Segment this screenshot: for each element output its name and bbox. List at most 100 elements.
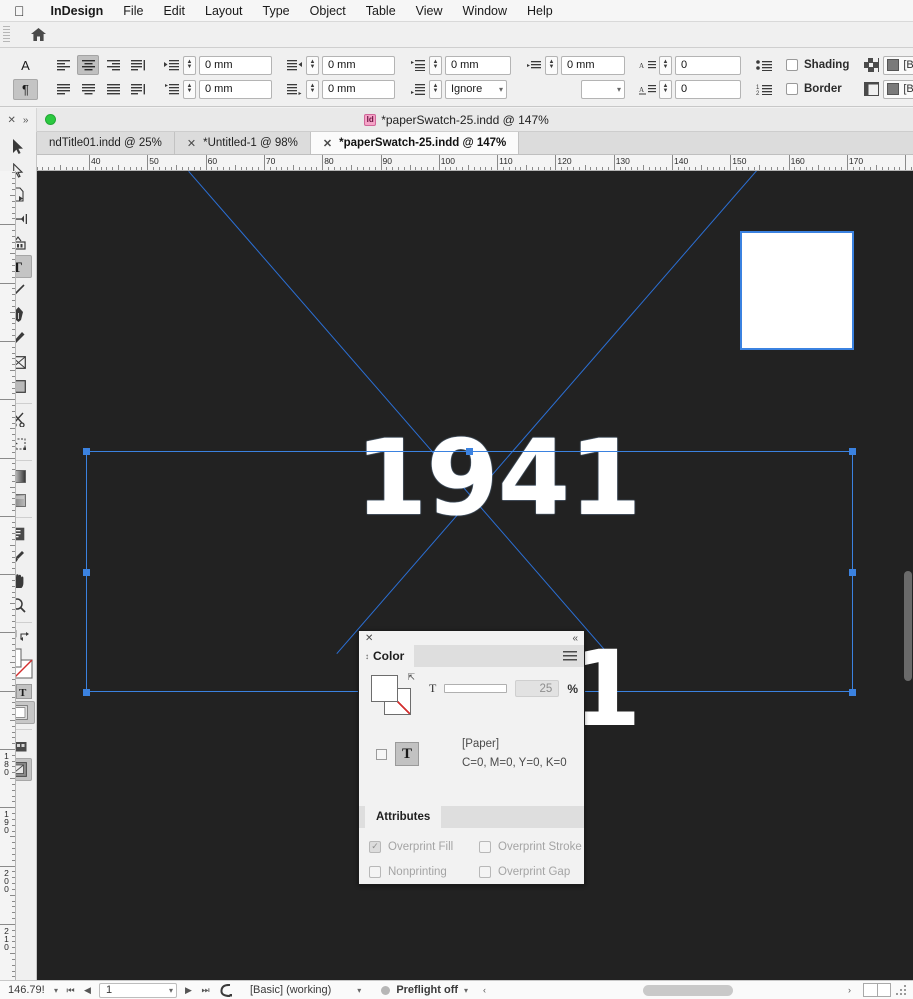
preflight-select[interactable]: Preflight off ▾: [381, 984, 468, 996]
handle-top-center[interactable]: [466, 448, 473, 455]
color-panel[interactable]: ✕ « ↕ Color ⇱ T 25 % T [Paper] C=0, M=0,…: [358, 630, 585, 885]
canvas-vertical-scrollbar[interactable]: [904, 571, 912, 681]
align-to-grid-select[interactable]: Ignore ▾: [445, 79, 507, 99]
last-page-icon[interactable]: ⏭: [197, 985, 214, 996]
document-tab-3[interactable]: ✕ *paperSwatch-25.indd @ 147%: [310, 132, 520, 154]
expand-panels-icon[interactable]: »: [23, 115, 29, 126]
align-left-button[interactable]: [52, 55, 74, 75]
collapse-icon[interactable]: «: [572, 633, 578, 644]
page-display-icon[interactable]: [863, 983, 891, 997]
handle-middle-left[interactable]: [83, 569, 90, 576]
tint-value-field[interactable]: 25: [515, 680, 560, 697]
drag-grip[interactable]: [3, 25, 10, 44]
drop-cap-chars-stepper[interactable]: ▲ ▼: [659, 79, 672, 99]
align-toward-spine-button[interactable]: [127, 79, 149, 99]
first-line-indent-stepper[interactable]: ▲ ▼: [183, 79, 196, 99]
white-rectangle[interactable]: [740, 231, 854, 350]
menu-indesign[interactable]: InDesign: [41, 0, 114, 22]
first-page-icon[interactable]: ⏮: [62, 985, 79, 996]
overprint-fill-item[interactable]: ✓ Overprint Fill: [369, 840, 479, 853]
swap-fill-stroke-icon[interactable]: [19, 631, 32, 642]
document-tab-1[interactable]: ndTitle01.indd @ 25%: [37, 132, 175, 154]
drop-cap-chars-field[interactable]: 0: [675, 79, 741, 99]
menu-view[interactable]: View: [406, 0, 453, 22]
justify-left-button[interactable]: [52, 79, 74, 99]
handle-top-right[interactable]: [849, 448, 856, 455]
menu-file[interactable]: File: [113, 0, 153, 22]
tab-attributes[interactable]: Attributes: [365, 806, 442, 828]
justify-last-left-button[interactable]: [127, 55, 149, 75]
space-between-field[interactable]: 0 mm: [561, 55, 625, 75]
resize-grip-icon[interactable]: [896, 984, 907, 996]
close-icon[interactable]: ✕: [8, 115, 16, 126]
character-formatting-button[interactable]: A: [13, 55, 38, 76]
close-icon[interactable]: ✕: [365, 633, 373, 644]
fill-stroke-proxy-panel[interactable]: ⇱: [371, 672, 415, 717]
tab-color[interactable]: ↕ Color: [359, 645, 415, 667]
space-before-field[interactable]: 0 mm: [445, 55, 511, 75]
paragraph-formatting-button[interactable]: ¶: [13, 78, 38, 100]
page-number-field[interactable]: 1 ▾: [99, 982, 177, 998]
align-center-button[interactable]: [77, 55, 99, 75]
tint-slider[interactable]: [444, 684, 508, 693]
nonprinting-checkbox[interactable]: [369, 865, 381, 878]
balance-columns-select[interactable]: ▾: [581, 79, 625, 99]
last-line-indent-field[interactable]: 0 mm: [322, 79, 395, 99]
overprint-stroke-checkbox[interactable]: [479, 840, 491, 853]
menu-type[interactable]: Type: [253, 0, 300, 22]
horizontal-scrollbar[interactable]: [493, 981, 841, 999]
document-tab-2[interactable]: ✕ *Untitled-1 @ 98%: [174, 132, 311, 154]
menu-object[interactable]: Object: [300, 0, 356, 22]
space-before-stepper[interactable]: ▲ ▼: [429, 55, 442, 75]
selection-tool[interactable]: [5, 135, 32, 158]
left-indent-stepper[interactable]: ▲ ▼: [183, 55, 196, 75]
justify-all-button[interactable]: [102, 79, 124, 99]
horizontal-scrollbar-thumb[interactable]: [643, 984, 734, 996]
menu-layout[interactable]: Layout: [195, 0, 253, 22]
handle-bottom-right[interactable]: [849, 689, 856, 696]
panel-menu-icon[interactable]: [563, 645, 584, 667]
drop-cap-lines-stepper[interactable]: ▲ ▼: [659, 55, 672, 75]
menu-edit[interactable]: Edit: [153, 0, 195, 22]
left-indent-field[interactable]: 0 mm: [199, 55, 272, 75]
right-indent-field[interactable]: 0 mm: [322, 55, 395, 75]
right-indent-stepper[interactable]: ▲ ▼: [306, 55, 319, 75]
master-page-icon[interactable]: [214, 983, 238, 997]
zoom-level-select[interactable]: 146.79! ▾: [0, 984, 62, 996]
horizontal-ruler[interactable]: 40 50 60 70 80 90 100 110 120 130 140 150 160 170: [37, 155, 913, 171]
handle-bottom-left[interactable]: [83, 689, 90, 696]
vertical-ruler[interactable]: 1 8 0 1 9 0 2 0 0 2 1 0: [0, 171, 16, 980]
overprint-fill-checkbox[interactable]: ✓: [369, 840, 381, 853]
prev-page-icon[interactable]: ◀: [79, 985, 96, 996]
close-icon[interactable]: ✕: [187, 137, 196, 150]
window-zoom-button[interactable]: [45, 114, 56, 125]
next-doc-icon[interactable]: ›: [841, 985, 858, 995]
style-select[interactable]: [Basic] (working) ▾: [250, 984, 361, 996]
menu-window[interactable]: Window: [453, 0, 517, 22]
justify-center-button[interactable]: [77, 79, 99, 99]
prev-doc-icon[interactable]: ‹: [476, 985, 493, 995]
home-icon[interactable]: [28, 25, 48, 45]
first-line-indent-field[interactable]: 0 mm: [199, 79, 272, 99]
bulleted-list-icon[interactable]: [755, 57, 772, 74]
align-right-button[interactable]: [102, 55, 124, 75]
nonprinting-item[interactable]: Nonprinting: [369, 865, 479, 878]
drop-cap-lines-field[interactable]: 0: [675, 55, 741, 75]
handle-middle-right[interactable]: [849, 569, 856, 576]
overprint-gap-item[interactable]: Overprint Gap: [479, 865, 570, 878]
formatting-affects-text-icon[interactable]: T: [15, 684, 32, 699]
shading-checkbox[interactable]: [786, 59, 798, 71]
border-checkbox[interactable]: [786, 83, 798, 95]
next-page-icon[interactable]: ▶: [180, 985, 197, 996]
border-color-select[interactable]: [Black] ▾: [883, 79, 913, 99]
apple-logo-icon[interactable]: : [14, 4, 25, 18]
fill-swatch[interactable]: [371, 675, 398, 702]
swap-fill-stroke-icon[interactable]: ⇱: [407, 672, 415, 683]
menu-help[interactable]: Help: [517, 0, 563, 22]
menu-table[interactable]: Table: [356, 0, 406, 22]
last-line-indent-stepper[interactable]: ▲ ▼: [306, 79, 319, 99]
space-between-stepper[interactable]: ▲ ▼: [545, 55, 558, 75]
overprint-stroke-item[interactable]: Overprint Stroke: [479, 840, 582, 853]
format-container-icon[interactable]: [376, 748, 387, 760]
shading-color-select[interactable]: [Black] ▾: [883, 55, 913, 75]
